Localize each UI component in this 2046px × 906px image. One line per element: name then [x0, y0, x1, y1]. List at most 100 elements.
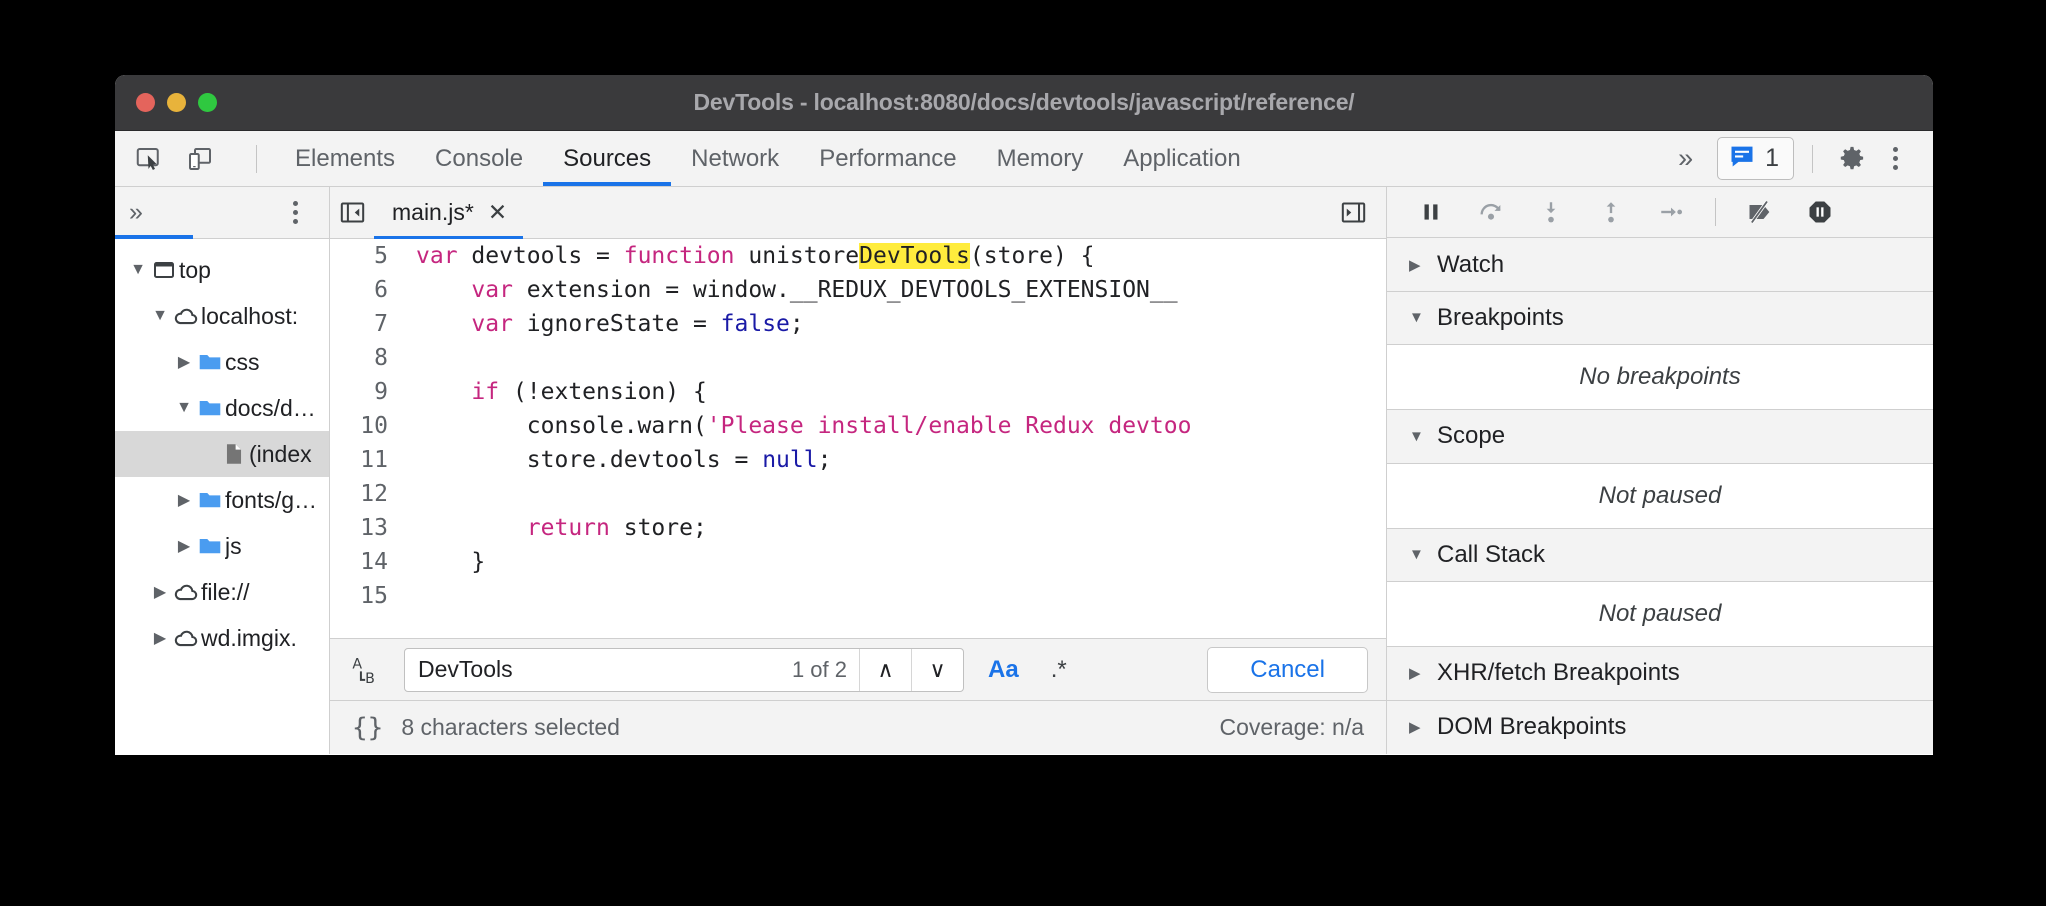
close-window-button[interactable] — [136, 93, 155, 112]
step-out-icon[interactable] — [1589, 190, 1633, 234]
deactivate-breakpoints-icon[interactable] — [1738, 190, 1782, 234]
section-header-call-stack[interactable]: ▼ Call Stack — [1387, 529, 1933, 582]
code-line: 14 } — [330, 545, 1386, 579]
collapse-sidebar-icon[interactable] — [330, 187, 374, 239]
code-line: 8 — [330, 341, 1386, 375]
expand-triangle-right-icon[interactable]: ▶ — [173, 490, 195, 510]
folder-icon — [195, 349, 225, 375]
maximize-window-button[interactable] — [198, 93, 217, 112]
pretty-print-icon[interactable] — [1330, 187, 1376, 239]
navigator-kebab-menu-icon[interactable] — [275, 193, 315, 233]
tree-item-fonts[interactable]: ▶ fonts/g… — [115, 477, 329, 523]
tab-network[interactable]: Network — [671, 131, 799, 186]
close-icon[interactable]: ✕ — [488, 199, 507, 226]
step-over-icon[interactable] — [1469, 190, 1513, 234]
message-count-button[interactable]: 1 — [1717, 137, 1794, 180]
section-header-breakpoints[interactable]: ▼ Breakpoints — [1387, 292, 1933, 345]
toolbar-right-icons: » 1 — [1664, 131, 1933, 186]
tab-sources[interactable]: Sources — [543, 131, 671, 186]
section-title: Breakpoints — [1437, 304, 1564, 332]
tree-item-file-protocol[interactable]: ▶ file:// — [115, 569, 329, 615]
search-input-wrapper[interactable]: DevTools 1 of 2 ∧ ∨ — [404, 648, 964, 692]
tab-label: Memory — [997, 145, 1084, 173]
pause-script-execution-icon[interactable] — [1409, 190, 1453, 234]
toolbar-divider-2 — [1812, 145, 1813, 173]
tree-item-label: (index — [249, 441, 312, 468]
line-content: var extension = window.__REDUX_DEVTOOLS_… — [402, 273, 1178, 307]
section-header-dom-breakpoints[interactable]: ▶ DOM Breakpoints — [1387, 701, 1933, 754]
regex-toggle[interactable]: .* — [1043, 656, 1075, 684]
tree-item-docs[interactable]: ▼ docs/d… — [115, 385, 329, 431]
expand-triangle-down-icon[interactable]: ▼ — [1409, 546, 1423, 563]
expand-triangle-right-icon[interactable]: ▶ — [1409, 664, 1423, 682]
match-case-toggle[interactable]: Aa — [980, 656, 1027, 684]
tab-label: Performance — [819, 145, 956, 173]
section-title: XHR/fetch Breakpoints — [1437, 659, 1680, 687]
tree-item-index[interactable]: ▶ (index — [115, 431, 329, 477]
navigator-more-icon[interactable]: » — [129, 198, 143, 227]
expand-triangle-right-icon[interactable]: ▶ — [149, 582, 171, 602]
more-tabs-icon[interactable]: » — [1664, 143, 1707, 174]
expand-triangle-right-icon[interactable]: ▶ — [173, 352, 195, 372]
case-replace-icon[interactable]: AB — [348, 653, 388, 687]
step-into-icon[interactable] — [1529, 190, 1573, 234]
code-line: 12 — [330, 477, 1386, 511]
expand-triangle-down-icon[interactable]: ▼ — [1409, 309, 1423, 326]
tab-memory[interactable]: Memory — [977, 131, 1104, 186]
line-number: 15 — [330, 579, 402, 613]
toolbar-left-icons — [115, 131, 257, 186]
section-header-xhr-fetch-breakpoints[interactable]: ▶ XHR/fetch Breakpoints — [1387, 647, 1933, 700]
expand-triangle-right-icon[interactable]: ▶ — [1409, 718, 1423, 736]
tree-item-label: docs/d… — [225, 395, 316, 422]
tree-item-wd-imgix[interactable]: ▶ wd.imgix. — [115, 615, 329, 661]
cancel-button[interactable]: Cancel — [1207, 647, 1368, 693]
line-content — [402, 341, 430, 375]
section-title: DOM Breakpoints — [1437, 713, 1626, 741]
debugger-controls-toolbar — [1387, 187, 1933, 238]
section-header-scope[interactable]: ▼ Scope — [1387, 410, 1933, 463]
section-title: Call Stack — [1437, 541, 1545, 569]
step-icon[interactable] — [1649, 190, 1693, 234]
tab-performance[interactable]: Performance — [799, 131, 976, 186]
expand-triangle-down-icon[interactable]: ▼ — [149, 307, 171, 325]
editor-tab-main-js[interactable]: main.js* ✕ — [374, 187, 523, 239]
line-content: return store; — [402, 511, 707, 545]
search-next-button[interactable]: ∨ — [911, 649, 963, 691]
debugger-divider — [1715, 198, 1716, 226]
devtools-window: DevTools - localhost:8080/docs/devtools/… — [115, 75, 1933, 755]
tab-elements[interactable]: Elements — [275, 131, 415, 186]
expand-triangle-down-icon[interactable]: ▼ — [173, 399, 195, 417]
expand-triangle-down-icon[interactable]: ▼ — [127, 261, 149, 279]
inspect-element-icon[interactable] — [133, 143, 164, 174]
minimize-window-button[interactable] — [167, 93, 186, 112]
pause-on-exceptions-icon[interactable] — [1798, 190, 1842, 234]
tree-item-localhost[interactable]: ▼ localhost: — [115, 293, 329, 339]
scope-empty-message: Not paused — [1387, 464, 1933, 529]
kebab-menu-icon[interactable] — [1875, 139, 1915, 179]
tab-label: Application — [1123, 145, 1240, 173]
tab-console[interactable]: Console — [415, 131, 543, 186]
tab-application[interactable]: Application — [1103, 131, 1260, 186]
folder-icon — [195, 533, 225, 559]
pretty-print-braces-icon[interactable]: {} — [352, 713, 383, 743]
tab-label: Elements — [295, 145, 395, 173]
code-line: 11 store.devtools = null; — [330, 443, 1386, 477]
expand-triangle-down-icon[interactable]: ▼ — [1409, 428, 1423, 445]
section-title: Scope — [1437, 422, 1505, 450]
tree-item-js[interactable]: ▶ js — [115, 523, 329, 569]
section-header-watch[interactable]: ▶ Watch — [1387, 238, 1933, 291]
devtools-main-toolbar: Elements Console Sources Network Perform… — [115, 131, 1933, 187]
expand-triangle-right-icon[interactable]: ▶ — [149, 628, 171, 648]
code-viewer[interactable]: 5var devtools = function unistoreDevTool… — [330, 239, 1386, 638]
tab-label: Network — [691, 145, 779, 173]
expand-triangle-right-icon[interactable]: ▶ — [173, 536, 195, 556]
search-prev-button[interactable]: ∧ — [859, 649, 911, 691]
tree-item-css[interactable]: ▶ css — [115, 339, 329, 385]
tree-item-top[interactable]: ▼ top — [115, 247, 329, 293]
tree-item-label: top — [179, 257, 211, 284]
search-input[interactable]: DevTools — [405, 656, 792, 683]
navigator-toolbar: » — [115, 187, 329, 239]
gear-icon[interactable] — [1831, 139, 1871, 179]
expand-triangle-right-icon[interactable]: ▶ — [1409, 256, 1423, 274]
device-toolbar-icon[interactable] — [184, 143, 215, 174]
